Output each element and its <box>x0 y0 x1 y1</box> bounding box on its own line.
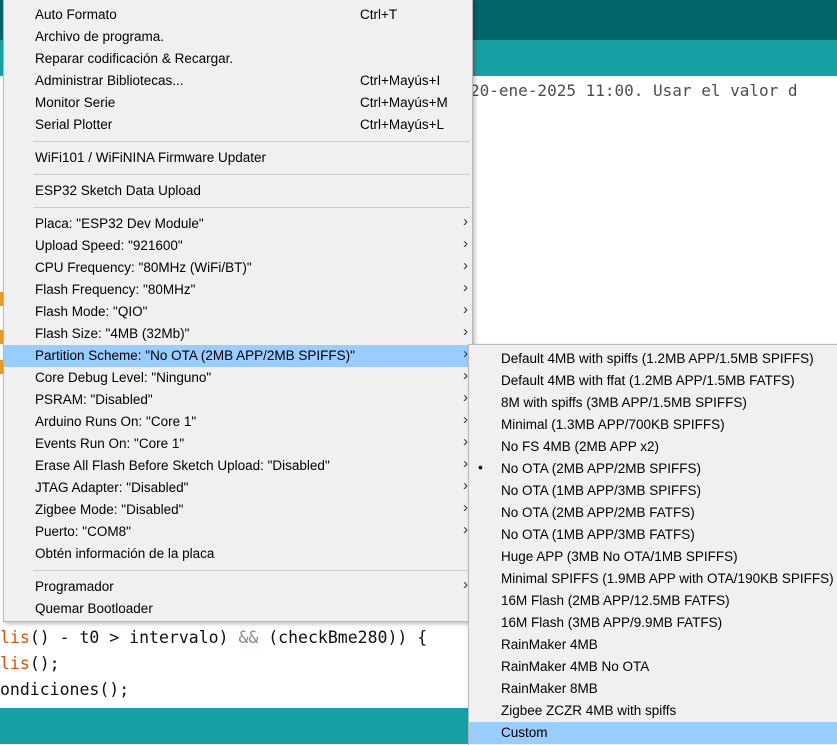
partition-option[interactable]: Default 4MB with ffat (1.2MB APP/1.5MB F… <box>469 370 837 392</box>
menu-item-core-debug-level[interactable]: Core Debug Level: "Ninguno" › <box>4 367 472 389</box>
menu-item-flash-frequency[interactable]: Flash Frequency: "80MHz" › <box>4 279 472 301</box>
partition-option[interactable]: 16M Flash (2MB APP/12.5MB FATFS) <box>469 590 837 612</box>
partition-option[interactable]: 16M Flash (3MB APP/9.9MB FATFS) <box>469 612 837 634</box>
menu-separator <box>4 202 472 213</box>
menu-item-cpu-frequency[interactable]: CPU Frequency: "80MHz (WiFi/BT)" › <box>4 257 472 279</box>
menu-item-zigbee-mode[interactable]: Zigbee Mode: "Disabled" › <box>4 499 472 521</box>
partition-option[interactable]: No FS 4MB (2MB APP x2) <box>469 436 837 458</box>
partition-option[interactable]: RainMaker 4MB No OTA <box>469 656 837 678</box>
menu-item-auto-format[interactable]: Auto Formato Ctrl+T <box>4 4 472 26</box>
chevron-right-icon: › <box>463 301 468 318</box>
chevron-right-icon: › <box>463 279 468 296</box>
partition-option-hovered[interactable]: Custom <box>469 722 837 744</box>
menu-item-archive-sketch[interactable]: Archivo de programa. <box>4 26 472 48</box>
menu-item-erase-flash[interactable]: Erase All Flash Before Sketch Upload: "D… <box>4 455 472 477</box>
menu-separator <box>4 169 472 180</box>
partition-option[interactable]: Minimal SPIFFS (1.9MB APP with OTA/190KB… <box>469 568 837 590</box>
partition-option[interactable]: Zigbee ZCZR 4MB with spiffs <box>469 700 837 722</box>
menu-item-port[interactable]: Puerto: "COM8" › <box>4 521 472 543</box>
menu-item-flash-size[interactable]: Flash Size: "4MB (32Mb)" › <box>4 323 472 345</box>
chevron-right-icon: › <box>463 213 468 230</box>
menu-item-partition-scheme[interactable]: Partition Scheme: "No OTA (2MB APP/2MB S… <box>4 345 472 367</box>
menu-item-upload-speed[interactable]: Upload Speed: "921600" › <box>4 235 472 257</box>
code-line: ondiciones(); <box>0 680 130 699</box>
menu-item-burn-bootloader[interactable]: Quemar Bootloader <box>4 598 472 620</box>
partition-option[interactable]: No OTA (1MB APP/3MB SPIFFS) <box>469 480 837 502</box>
partition-option-selected[interactable]: • No OTA (2MB APP/2MB SPIFFS) <box>469 458 837 480</box>
partition-option[interactable]: Default 4MB with spiffs (1.2MB APP/1.5MB… <box>469 348 837 370</box>
menu-item-sketch-data-upload[interactable]: ESP32 Sketch Data Upload <box>4 180 472 202</box>
menu-item-serial-monitor[interactable]: Monitor Serie Ctrl+Mayús+M <box>4 92 472 114</box>
partition-option[interactable]: No OTA (1MB APP/3MB FATFS) <box>469 524 837 546</box>
menu-item-flash-mode[interactable]: Flash Mode: "QIO" › <box>4 301 472 323</box>
menu-item-firmware-updater[interactable]: WiFi101 / WiFiNINA Firmware Updater <box>4 147 472 169</box>
partition-option[interactable]: RainMaker 4MB <box>469 634 837 656</box>
menu-item-jtag-adapter[interactable]: JTAG Adapter: "Disabled" › <box>4 477 472 499</box>
menu-separator <box>4 136 472 147</box>
menu-separator <box>4 565 472 576</box>
console-text: 20-ene-2025 11:00. Usar el valor d <box>470 81 798 100</box>
partition-scheme-submenu: Default 4MB with spiffs (1.2MB APP/1.5MB… <box>468 344 837 745</box>
chevron-right-icon: › <box>463 257 468 274</box>
code-line: lis(); <box>0 654 60 673</box>
menu-item-board-info[interactable]: Obtén información de la placa <box>4 543 472 565</box>
partition-option[interactable]: 8M with spiffs (3MB APP/1.5MB SPIFFS) <box>469 392 837 414</box>
menu-item-board[interactable]: Placa: "ESP32 Dev Module" › <box>4 213 472 235</box>
partition-option[interactable]: Huge APP (3MB No OTA/1MB SPIFFS) <box>469 546 837 568</box>
selected-bullet-icon: • <box>478 459 483 475</box>
tools-menu: Auto Formato Ctrl+T Archivo de programa. … <box>3 0 473 622</box>
menu-item-arduino-runs-on[interactable]: Arduino Runs On: "Core 1" › <box>4 411 472 433</box>
menu-item-events-run-on[interactable]: Events Run On: "Core 1" › <box>4 433 472 455</box>
menu-item-fix-encoding[interactable]: Reparar codificación & Recargar. <box>4 48 472 70</box>
chevron-right-icon: › <box>463 235 468 252</box>
menu-item-serial-plotter[interactable]: Serial Plotter Ctrl+Mayús+L <box>4 114 472 136</box>
menu-item-manage-libraries[interactable]: Administrar Bibliotecas... Ctrl+Mayús+I <box>4 70 472 92</box>
code-line: lis() - t0 > intervalo) && (checkBme280)… <box>0 628 428 647</box>
menu-item-programmer[interactable]: Programador › <box>4 576 472 598</box>
partition-option[interactable]: No OTA (2MB APP/2MB FATFS) <box>469 502 837 524</box>
partition-option[interactable]: RainMaker 8MB <box>469 678 837 700</box>
partition-option[interactable]: Minimal (1.3MB APP/700KB SPIFFS) <box>469 414 837 436</box>
chevron-right-icon: › <box>463 323 468 340</box>
menu-item-psram[interactable]: PSRAM: "Disabled" › <box>4 389 472 411</box>
